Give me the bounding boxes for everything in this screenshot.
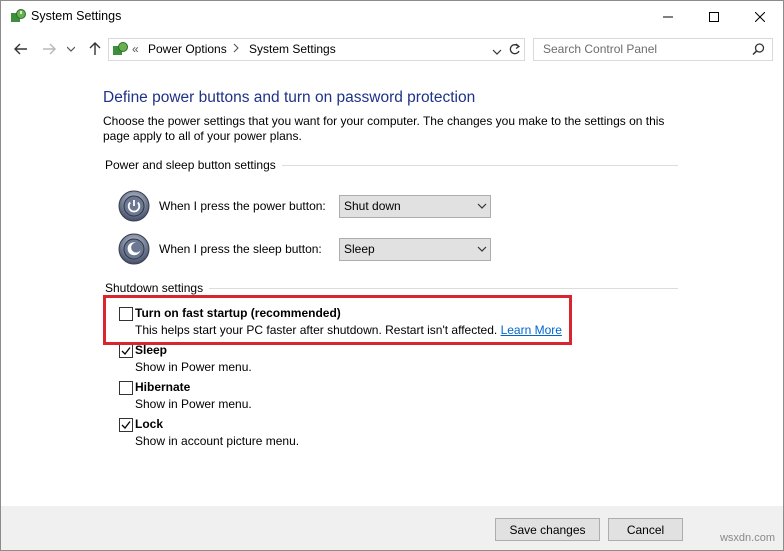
power-button-select-value: Shut down (344, 199, 401, 213)
power-group-divider (282, 165, 678, 166)
up-button[interactable] (85, 39, 105, 59)
breadcrumb-overflow[interactable]: « (132, 42, 139, 56)
sleep-subtitle: Show in Power menu. (135, 360, 252, 374)
chevron-down-icon (67, 46, 75, 52)
sleep-button-select-value: Sleep (344, 242, 375, 256)
sleep-button-icon (118, 233, 150, 265)
chevron-down-icon (477, 200, 487, 214)
power-options-icon (10, 8, 26, 24)
lock-title[interactable]: Lock (135, 417, 163, 431)
arrow-left-icon (14, 43, 27, 55)
search-field[interactable]: Search Control Panel (533, 38, 773, 61)
address-bar[interactable]: « Power Options System Settings (108, 38, 525, 61)
address-dropdown-icon[interactable] (492, 45, 502, 59)
hibernate-title[interactable]: Hibernate (135, 380, 190, 394)
power-button-label: When I press the power button: (159, 199, 326, 213)
save-changes-button[interactable]: Save changes (495, 518, 600, 541)
breadcrumb-power-options[interactable]: Power Options (148, 42, 227, 56)
arrow-right-icon (43, 43, 56, 55)
breadcrumb-separator-icon (233, 42, 239, 56)
sleep-button-label: When I press the sleep button: (159, 242, 322, 256)
watermark-text: wsxdn.com (719, 532, 775, 544)
refresh-icon (509, 43, 520, 54)
back-button[interactable] (11, 39, 31, 59)
arrow-up-icon (89, 42, 101, 55)
page-heading: Define power buttons and turn on passwor… (103, 89, 476, 106)
chevron-down-icon (477, 243, 487, 257)
window-title: System Settings (31, 9, 122, 23)
sleep-checkbox[interactable] (119, 344, 133, 358)
breadcrumb-system-settings[interactable]: System Settings (249, 42, 336, 56)
power-button-icon (118, 190, 150, 222)
cancel-button[interactable]: Cancel (608, 518, 683, 541)
checkmark-icon (121, 347, 131, 355)
fast-startup-highlight-box (103, 295, 572, 345)
maximize-button[interactable] (691, 1, 737, 32)
power-group-label: Power and sleep button settings (105, 158, 276, 172)
system-settings-window: System Settings « Power Options System S… (0, 0, 784, 551)
title-bar: System Settings (1, 1, 783, 32)
recent-locations-button[interactable] (64, 39, 78, 59)
hibernate-subtitle: Show in Power menu. (135, 397, 252, 411)
power-button-select[interactable]: Shut down (339, 195, 491, 218)
shutdown-group-divider (209, 288, 678, 289)
lock-subtitle: Show in account picture menu. (135, 434, 300, 448)
minimize-button[interactable] (645, 1, 691, 32)
shutdown-group-label: Shutdown settings (105, 281, 204, 295)
sleep-button-select[interactable]: Sleep (339, 238, 491, 261)
page-description: Choose the power settings that you want … (103, 114, 665, 143)
search-placeholder: Search Control Panel (543, 42, 658, 56)
close-button[interactable] (737, 1, 783, 32)
search-icon[interactable] (752, 43, 765, 59)
hibernate-checkbox[interactable] (119, 381, 133, 395)
lock-checkbox[interactable] (119, 418, 133, 432)
refresh-button[interactable] (504, 39, 524, 59)
control-panel-icon (112, 41, 128, 57)
forward-button[interactable] (39, 39, 59, 59)
checkmark-icon (121, 421, 131, 429)
sleep-title[interactable]: Sleep (135, 343, 167, 357)
